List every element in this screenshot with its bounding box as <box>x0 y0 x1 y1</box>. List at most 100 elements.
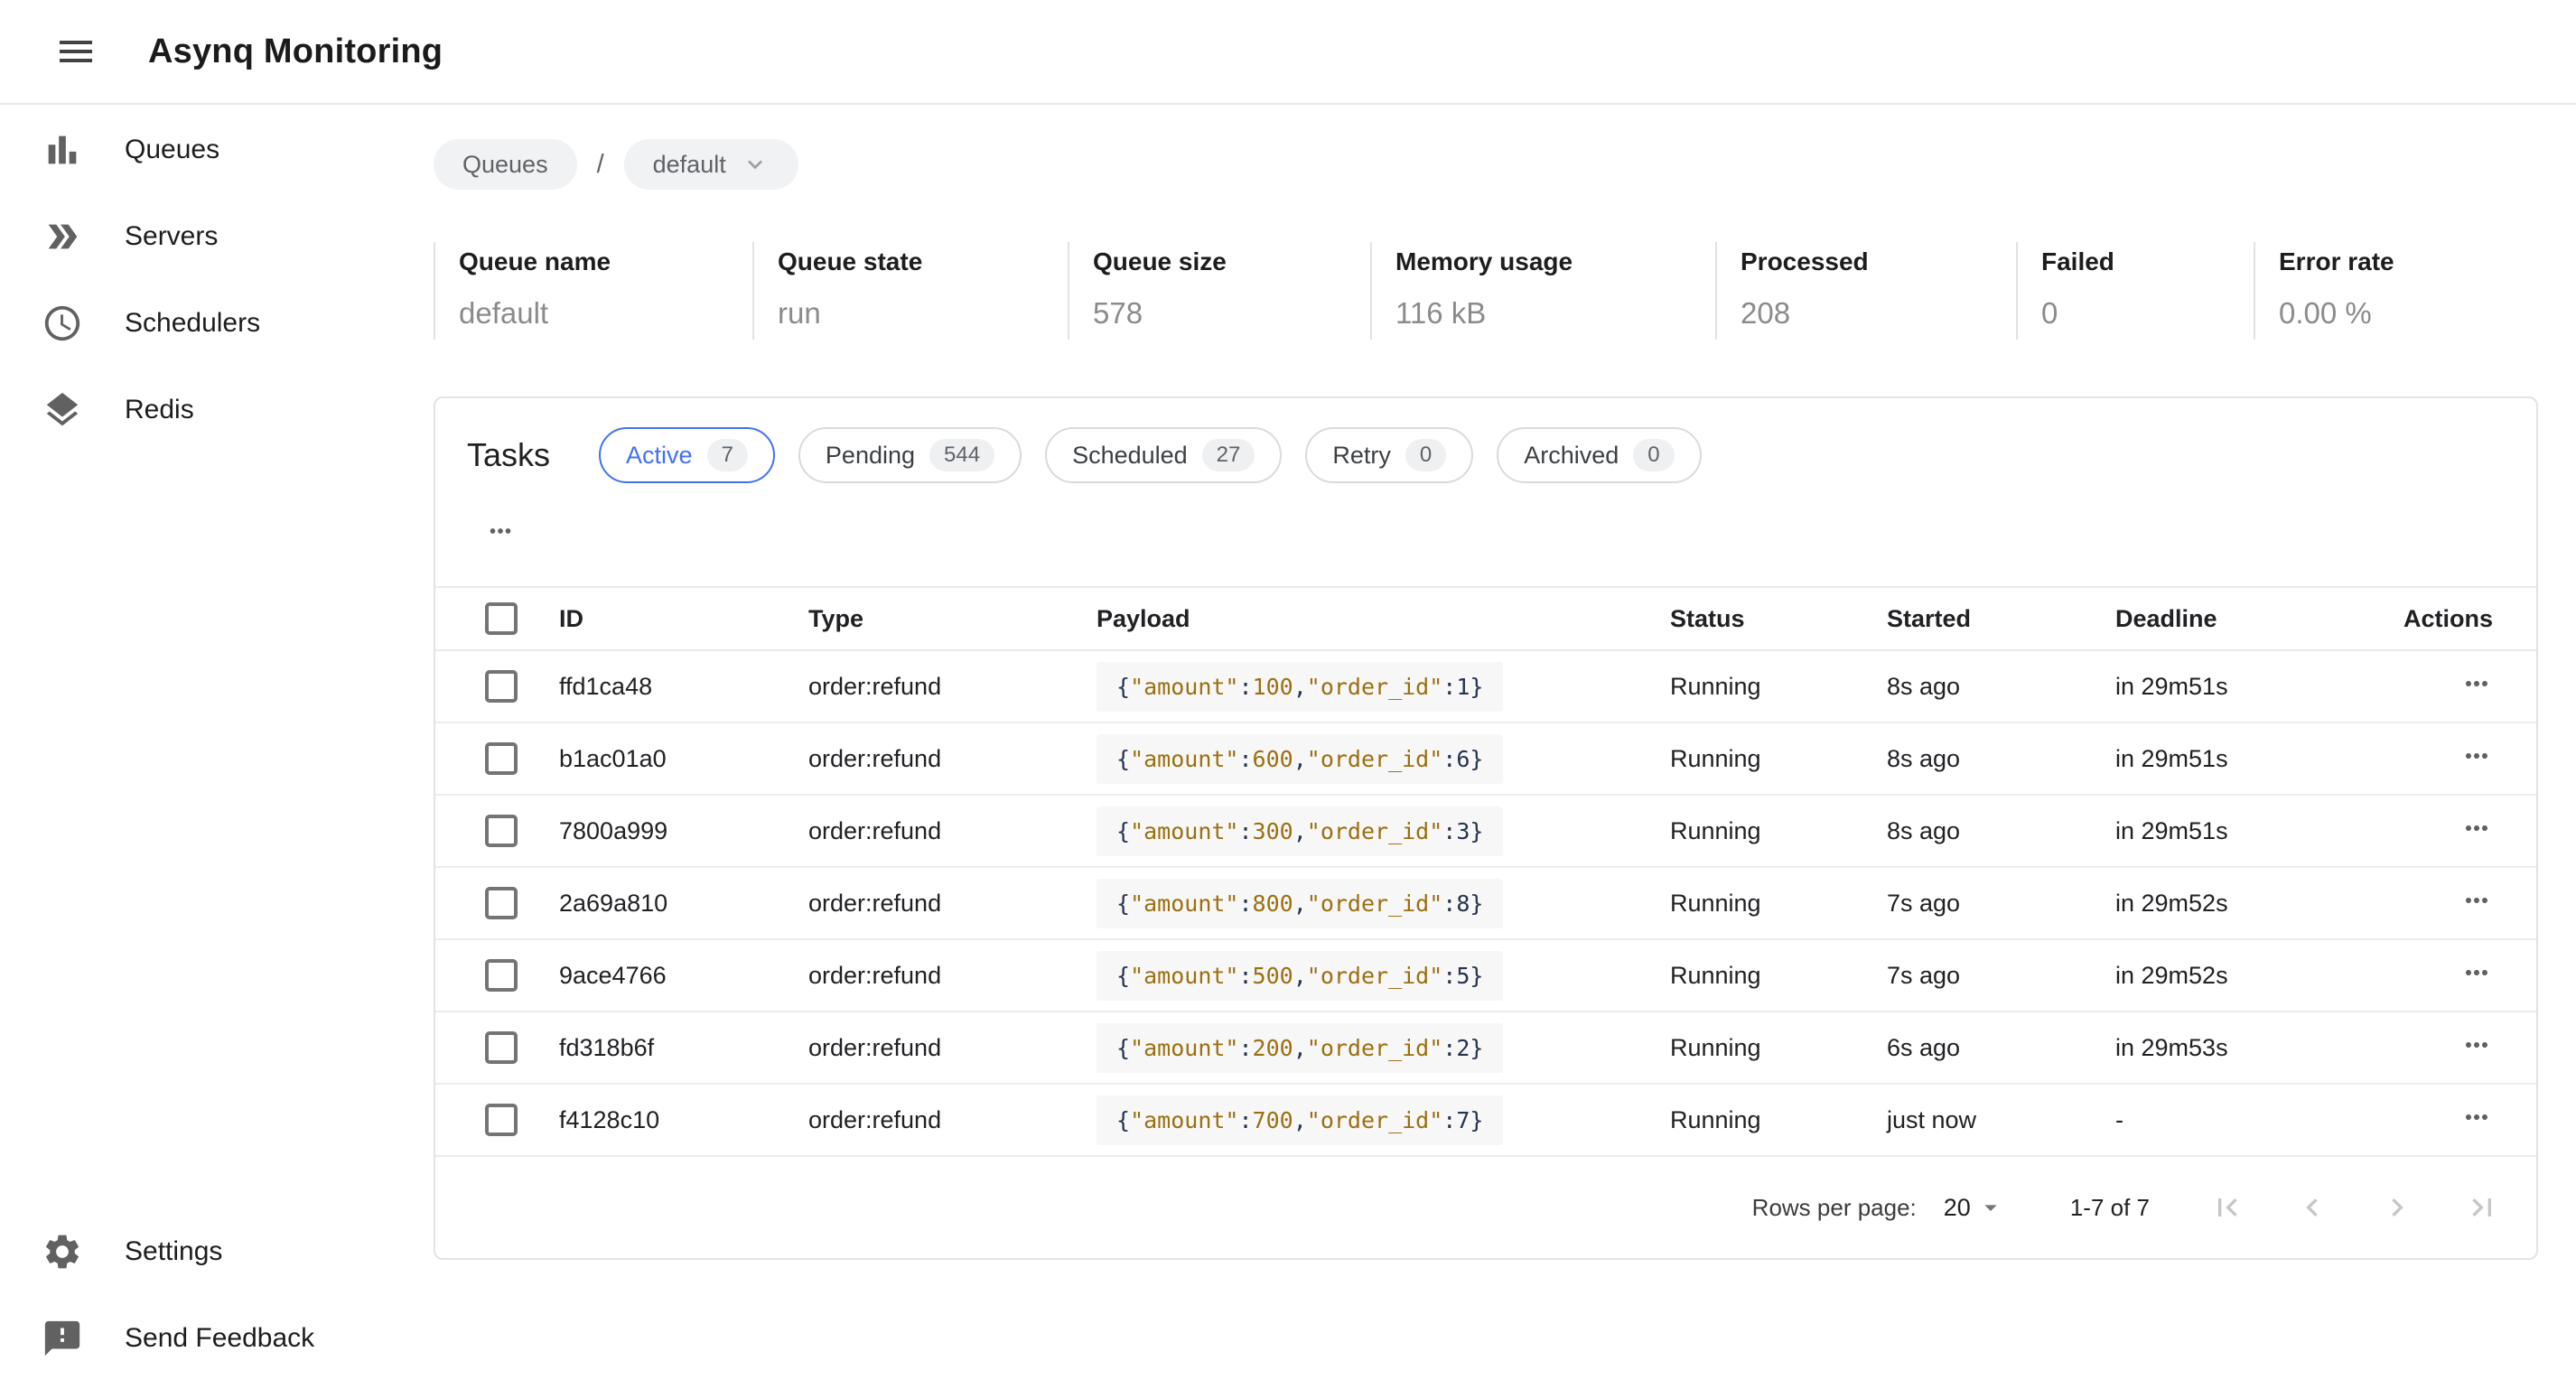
stat-value: 116 kB <box>1395 296 1715 331</box>
task-started: just now <box>1887 1106 2115 1134</box>
breadcrumb-separator: / <box>597 150 604 180</box>
sidebar-footer: SettingsSend Feedback <box>0 1208 434 1382</box>
more-horiz-icon <box>2460 1101 2493 1133</box>
task-id: 7800a999 <box>559 817 808 845</box>
last-page-button[interactable] <box>2464 1189 2500 1226</box>
task-payload-cell: {"amount":800,"order_id":8} <box>1097 879 1670 928</box>
stat-label: Processed <box>1741 247 2016 276</box>
row-actions-button[interactable] <box>2460 1101 2493 1133</box>
task-type: order:refund <box>808 962 1097 990</box>
task-deadline: in 29m53s <box>2115 1034 2398 1062</box>
task-actions-cell <box>2460 1029 2536 1067</box>
table-row: f4128c10order:refund{"amount":700,"order… <box>435 1085 2536 1157</box>
row-checkbox[interactable] <box>485 815 518 847</box>
task-started: 8s ago <box>1887 673 2115 701</box>
task-id: fd318b6f <box>559 1034 808 1062</box>
tab-archived[interactable]: Archived0 <box>1497 427 1701 483</box>
column-header-id: ID <box>559 605 808 633</box>
app-bar: Asynq Monitoring <box>0 0 2576 105</box>
task-actions-cell <box>2460 812 2536 851</box>
task-status: Running <box>1670 745 1887 773</box>
column-header-type: Type <box>808 605 1097 633</box>
row-actions-button[interactable] <box>2460 1029 2493 1061</box>
task-id: b1ac01a0 <box>559 745 808 773</box>
more-horiz-icon <box>2460 1029 2493 1061</box>
stat-label: Error rate <box>2279 247 2536 276</box>
tasks-table: IDTypePayloadStatusStartedDeadlineAction… <box>435 586 2536 1157</box>
tasks-card: Tasks Active7Pending544Scheduled27Retry0… <box>434 396 2538 1260</box>
breadcrumb-root-label: Queues <box>462 151 548 179</box>
double-arrow-icon <box>42 216 83 257</box>
sidebar-item-label: Schedulers <box>125 308 260 339</box>
stat-label: Queue size <box>1093 247 1370 276</box>
row-checkbox-cell <box>435 1104 559 1136</box>
sidebar-item-servers[interactable]: Servers <box>0 193 434 280</box>
tab-retry[interactable]: Retry0 <box>1305 427 1473 483</box>
tab-label: Scheduled <box>1072 442 1188 470</box>
task-payload: {"amount":700,"order_id":7} <box>1097 1095 1503 1145</box>
sidebar-item-send-feedback[interactable]: Send Feedback <box>0 1295 434 1382</box>
task-started: 8s ago <box>1887 817 2115 845</box>
row-checkbox-cell <box>435 1031 559 1064</box>
stat-label: Queue state <box>778 247 1068 276</box>
sidebar-item-schedulers[interactable]: Schedulers <box>0 280 434 367</box>
queue-selector-chip[interactable]: default <box>624 139 798 190</box>
chevron-right-icon <box>2379 1189 2415 1226</box>
row-checkbox[interactable] <box>485 1031 518 1064</box>
table-row: 2a69a810order:refund{"amount":800,"order… <box>435 868 2536 940</box>
task-deadline: in 29m51s <box>2115 673 2398 701</box>
row-checkbox[interactable] <box>485 959 518 992</box>
column-header-status: Status <box>1670 605 1887 633</box>
queue-stats-row: Queue namedefault Queue state run Queue siz… <box>434 242 2576 340</box>
next-page-button[interactable] <box>2379 1189 2415 1226</box>
table-row: 7800a999order:refund{"amount":300,"order… <box>435 796 2536 868</box>
tasks-card-header: Tasks Active7Pending544Scheduled27Retry0… <box>435 398 2536 483</box>
task-payload-cell: {"amount":600,"order_id":6} <box>1097 734 1670 784</box>
select-all-checkbox[interactable] <box>485 602 518 635</box>
tab-count-badge: 0 <box>1405 439 1446 471</box>
sidebar-item-queues[interactable]: Queues <box>0 107 434 193</box>
task-type: order:refund <box>808 890 1097 918</box>
task-payload: {"amount":600,"order_id":6} <box>1097 734 1503 784</box>
rows-per-page-select[interactable]: 20 <box>1944 1193 2005 1222</box>
task-type: order:refund <box>808 745 1097 773</box>
task-deadline: - <box>2115 1106 2398 1134</box>
table-more-button[interactable] <box>485 516 516 546</box>
sidebar-item-settings[interactable]: Settings <box>0 1208 434 1295</box>
column-header-actions: Actions <box>2403 605 2536 633</box>
hamburger-menu-button[interactable] <box>52 28 99 75</box>
stat-value: run <box>778 296 1068 331</box>
row-checkbox[interactable] <box>485 670 518 703</box>
breadcrumb-queues-chip[interactable]: Queues <box>434 139 577 190</box>
layers-icon <box>42 389 83 431</box>
row-checkbox[interactable] <box>485 742 518 775</box>
tab-label: Archived <box>1524 442 1619 470</box>
more-horiz-icon <box>2460 956 2493 989</box>
stat-queue-name: Queue namedefault <box>434 242 752 340</box>
row-actions-button[interactable] <box>2460 956 2493 989</box>
first-page-button[interactable] <box>2209 1189 2245 1226</box>
stat-value: 0.00 % <box>2279 296 2536 331</box>
pagination: Rows per page: 20 1-7 of 7 <box>435 1157 2536 1258</box>
task-payload: {"amount":100,"order_id":1} <box>1097 662 1503 712</box>
tab-pending[interactable]: Pending544 <box>798 427 1022 483</box>
row-actions-button[interactable] <box>2460 740 2493 772</box>
row-actions-button[interactable] <box>2460 812 2493 844</box>
more-horiz-icon <box>2460 740 2493 772</box>
tab-label: Active <box>626 442 693 470</box>
stat-value: 578 <box>1093 296 1370 331</box>
tab-active[interactable]: Active7 <box>599 427 775 483</box>
row-checkbox-cell <box>435 887 559 919</box>
row-actions-button[interactable] <box>2460 884 2493 917</box>
row-checkbox[interactable] <box>485 887 518 919</box>
menu-icon <box>54 30 98 73</box>
prev-page-button[interactable] <box>2294 1189 2330 1226</box>
tab-scheduled[interactable]: Scheduled27 <box>1045 427 1282 483</box>
pagination-nav <box>2209 1189 2500 1226</box>
sidebar-item-redis[interactable]: Redis <box>0 367 434 453</box>
row-checkbox[interactable] <box>485 1104 518 1136</box>
row-actions-button[interactable] <box>2460 667 2493 700</box>
stat-value: 208 <box>1741 296 2016 331</box>
sidebar-item-label: Servers <box>125 221 218 252</box>
task-payload-cell: {"amount":500,"order_id":5} <box>1097 951 1670 1001</box>
